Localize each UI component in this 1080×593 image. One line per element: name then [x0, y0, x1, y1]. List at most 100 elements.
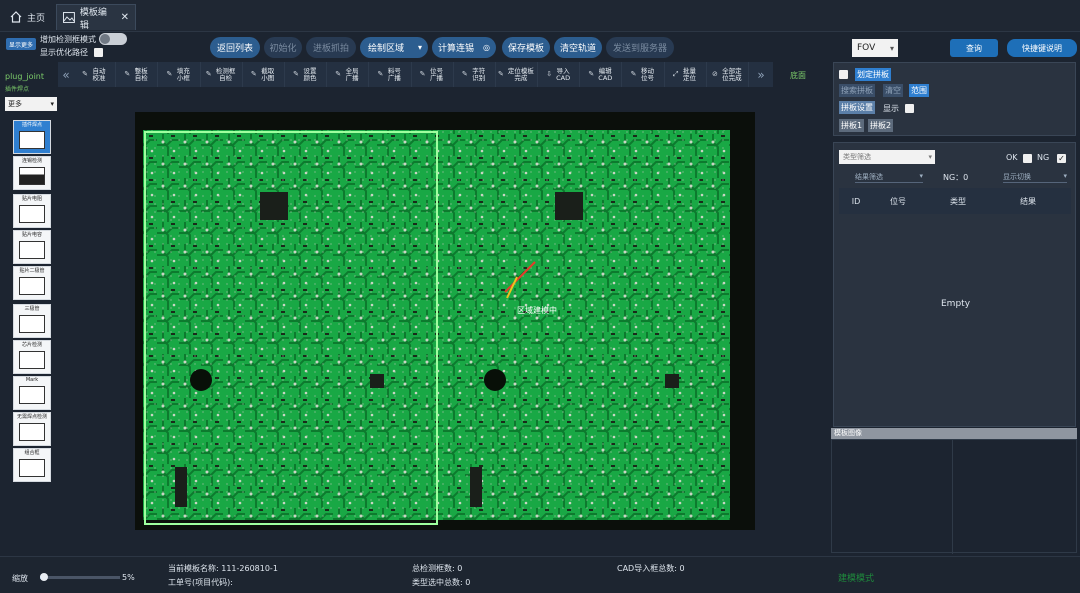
- pencil-icon: ✎: [166, 70, 173, 78]
- tool-label: 自动校准: [92, 66, 106, 82]
- board1-button[interactable]: 拼板1: [839, 119, 865, 132]
- tool-label: 整板自检: [134, 66, 148, 82]
- calc-bridge-button[interactable]: 计算连锡 ◎: [432, 37, 496, 58]
- component-insert-point[interactable]: 插件焊点: [13, 120, 51, 154]
- chevron-down-icon: ▾: [50, 100, 54, 108]
- tool-edit-cad[interactable]: ✎ 编辑CAD: [580, 62, 623, 87]
- result-filter-select[interactable]: 结果筛选 ▾: [855, 172, 923, 183]
- tab-home[interactable]: 主页: [4, 4, 52, 30]
- component-chip-detect-label: 芯片检测: [21, 342, 42, 348]
- type-selected-count: 类型选中总数: 0: [412, 578, 471, 587]
- draw-region-select[interactable]: 绘制区域 ▾: [360, 37, 428, 58]
- mark-icon: [19, 386, 45, 404]
- tool-position-broadcast[interactable]: ✎ 位号广播: [412, 62, 454, 87]
- tool-detect-selfcheck[interactable]: ✎ 检测框自检: [201, 62, 243, 87]
- component-smd-diode[interactable]: 贴片二极管: [13, 266, 51, 300]
- tool-board-selfcheck[interactable]: ✎ 整板自检: [116, 62, 159, 87]
- tool-label: 编辑CAD: [598, 66, 613, 82]
- display-checkbox[interactable]: [905, 104, 914, 113]
- save-template-button[interactable]: 保存模板: [502, 37, 550, 58]
- tool-crop-image[interactable]: ✎ 截取小图: [243, 62, 285, 87]
- board2-button[interactable]: 拼板2: [868, 119, 894, 132]
- tool-fill-box[interactable]: ✎ 填充小框: [158, 62, 201, 87]
- close-icon[interactable]: ✕: [121, 12, 129, 23]
- more-select[interactable]: 更多 ▾: [5, 97, 57, 111]
- send-to-server-button[interactable]: 发送到服务器: [606, 37, 674, 58]
- return-list-button[interactable]: 返回列表: [210, 37, 260, 58]
- tool-batch-locate[interactable]: ⤢ 批量定位: [665, 62, 707, 87]
- tab-template-edit[interactable]: 模板编辑 ✕: [56, 4, 136, 31]
- side-label: 底面: [790, 71, 806, 80]
- component-mark[interactable]: Mark: [13, 376, 51, 410]
- component-chip-detect[interactable]: 芯片检测: [13, 340, 51, 374]
- col-position: 位号: [890, 196, 906, 206]
- add-detect-mode-toggle[interactable]: [99, 33, 127, 45]
- tool-locate-template-done[interactable]: ✎ 定位模板完成: [496, 62, 539, 87]
- search-board-button[interactable]: 搜索拼板: [839, 84, 875, 97]
- pcb-canvas[interactable]: 区域建模中: [135, 112, 755, 530]
- tool-part-broadcast[interactable]: ✎ 料号广播: [369, 62, 412, 87]
- zoom-slider-handle[interactable]: [40, 573, 48, 581]
- tool-label: 导入CAD: [556, 66, 571, 82]
- component-transistor[interactable]: 三极管: [13, 304, 51, 338]
- result-box: [833, 142, 1076, 427]
- col-id: ID: [851, 196, 861, 206]
- zoom-slider[interactable]: [40, 573, 120, 581]
- range-button[interactable]: 范围: [909, 84, 929, 97]
- show-more-button[interactable]: 显示更多: [6, 38, 36, 50]
- tool-label: 全部定位完成: [722, 66, 742, 82]
- chevron-down-icon: ▾: [417, 43, 422, 52]
- component-smd-capacitor-label: 贴片电容: [21, 232, 42, 238]
- pencil-icon: ✎: [630, 70, 637, 78]
- chevron-right-icon[interactable]: »: [749, 68, 773, 82]
- fov-select[interactable]: FOV: [852, 39, 898, 57]
- no-solder-icon: [19, 423, 45, 441]
- initialize-button[interactable]: 初始化: [264, 37, 302, 58]
- display-switch-select[interactable]: 显示切换 ▾: [1003, 172, 1067, 183]
- component-smd-capacitor[interactable]: 贴片电容: [13, 230, 51, 264]
- board-settings-button[interactable]: 拼板设置: [839, 101, 875, 114]
- chevron-left-icon[interactable]: «: [58, 68, 74, 82]
- ok-checkbox[interactable]: [1023, 154, 1032, 163]
- pcb-image: [135, 112, 755, 530]
- camera-icon: ◎: [483, 43, 490, 52]
- show-optimized-path-label: 显示优化路径: [40, 47, 88, 57]
- tool-move-position[interactable]: ✎ 移动位号: [622, 62, 665, 87]
- shortcut-help-button[interactable]: 快捷键说明: [1007, 39, 1077, 57]
- col-type: 类型: [950, 196, 966, 206]
- component-bridge-detect[interactable]: 连锡检测: [13, 156, 51, 190]
- ng-checkbox[interactable]: ✓: [1057, 154, 1066, 163]
- ng-label: NG: [1037, 153, 1050, 162]
- component-no-solder-label: 无需焊点检测: [16, 414, 47, 420]
- component-no-solder[interactable]: 无需焊点检测: [13, 412, 51, 446]
- tab-template-edit-label: 模板编辑: [79, 7, 107, 31]
- divider: [952, 440, 953, 554]
- component-mark-label: Mark: [25, 377, 39, 383]
- insert-point-label: 插件焊点: [5, 86, 30, 93]
- tool-all-locate-done[interactable]: ⊘ 全部定位完成: [707, 62, 749, 87]
- tool-char-recognition[interactable]: ✎ 字符识别: [454, 62, 496, 87]
- board-capture-button[interactable]: 进板抓拍: [306, 37, 356, 58]
- component-group-box-label: 组合框: [24, 450, 40, 456]
- tool-import-cad[interactable]: ⇩ 导入CAD: [538, 62, 581, 87]
- clear-board-button[interactable]: 清空: [883, 84, 903, 97]
- clear-track-button[interactable]: 清空轨道: [554, 37, 602, 58]
- type-filter-select[interactable]: 类型筛选 ▾: [839, 150, 935, 164]
- component-smd-resistor[interactable]: 贴片电阻: [13, 194, 51, 228]
- zoom-label: 缩放: [12, 574, 28, 583]
- show-optimized-path-checkbox[interactable]: [94, 47, 103, 57]
- draw-board-button[interactable]: 划定拼板: [855, 68, 891, 81]
- tool-auto-calibrate[interactable]: ✎ 自动校准: [74, 62, 117, 87]
- component-smd-resistor-label: 贴片电阻: [21, 196, 42, 202]
- home-icon: [10, 11, 22, 23]
- tool-set-color[interactable]: ✎ 设置颜色: [285, 62, 328, 87]
- component-group-box[interactable]: 组合框: [13, 448, 51, 482]
- add-detect-mode-label: 增加检测框模式: [40, 34, 96, 44]
- tool-label: 填充小框: [176, 66, 190, 82]
- expand-icon: ⤢: [672, 70, 679, 78]
- query-button[interactable]: 查询: [950, 39, 998, 57]
- work-order: 工单号(项目代码):: [168, 578, 233, 587]
- tool-global-broadcast[interactable]: ✎ 全局广播: [327, 62, 370, 87]
- draw-board-checkbox[interactable]: [839, 70, 848, 79]
- cad-import-count: CAD导入框总数: 0: [617, 564, 685, 573]
